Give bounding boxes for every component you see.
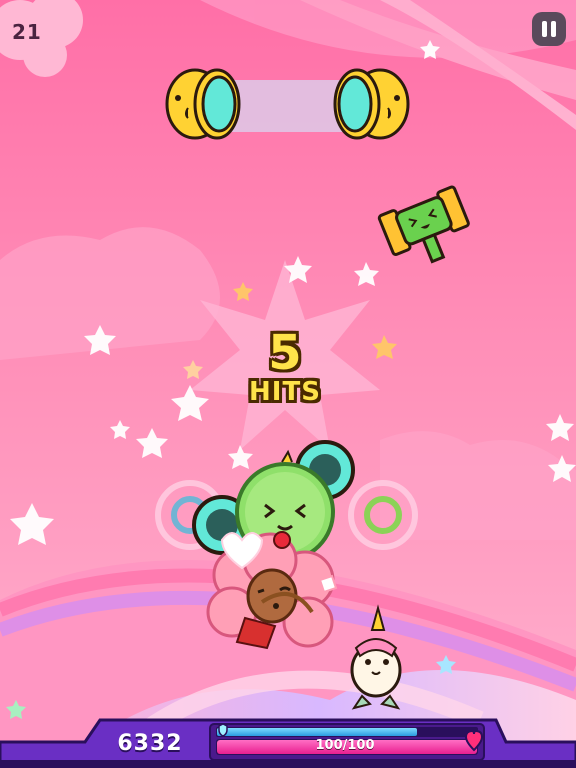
hammer-enemy [377, 185, 470, 264]
health-text: 100/100 [315, 738, 375, 753]
combo-label: HITS [249, 377, 321, 407]
score-display: 6332 [117, 731, 183, 756]
game-stage[interactable]: 21 5 HITS 6332 100/100 [0, 0, 576, 768]
combo-count: 5 [268, 325, 302, 381]
drum-obstacle [165, 68, 410, 140]
pause-icon [542, 21, 547, 37]
pause-button[interactable] [532, 12, 566, 46]
bottom-hud: 6332 100/100 [0, 718, 576, 768]
top-counter: 21 [12, 20, 42, 44]
pause-icon-bar [551, 21, 556, 37]
